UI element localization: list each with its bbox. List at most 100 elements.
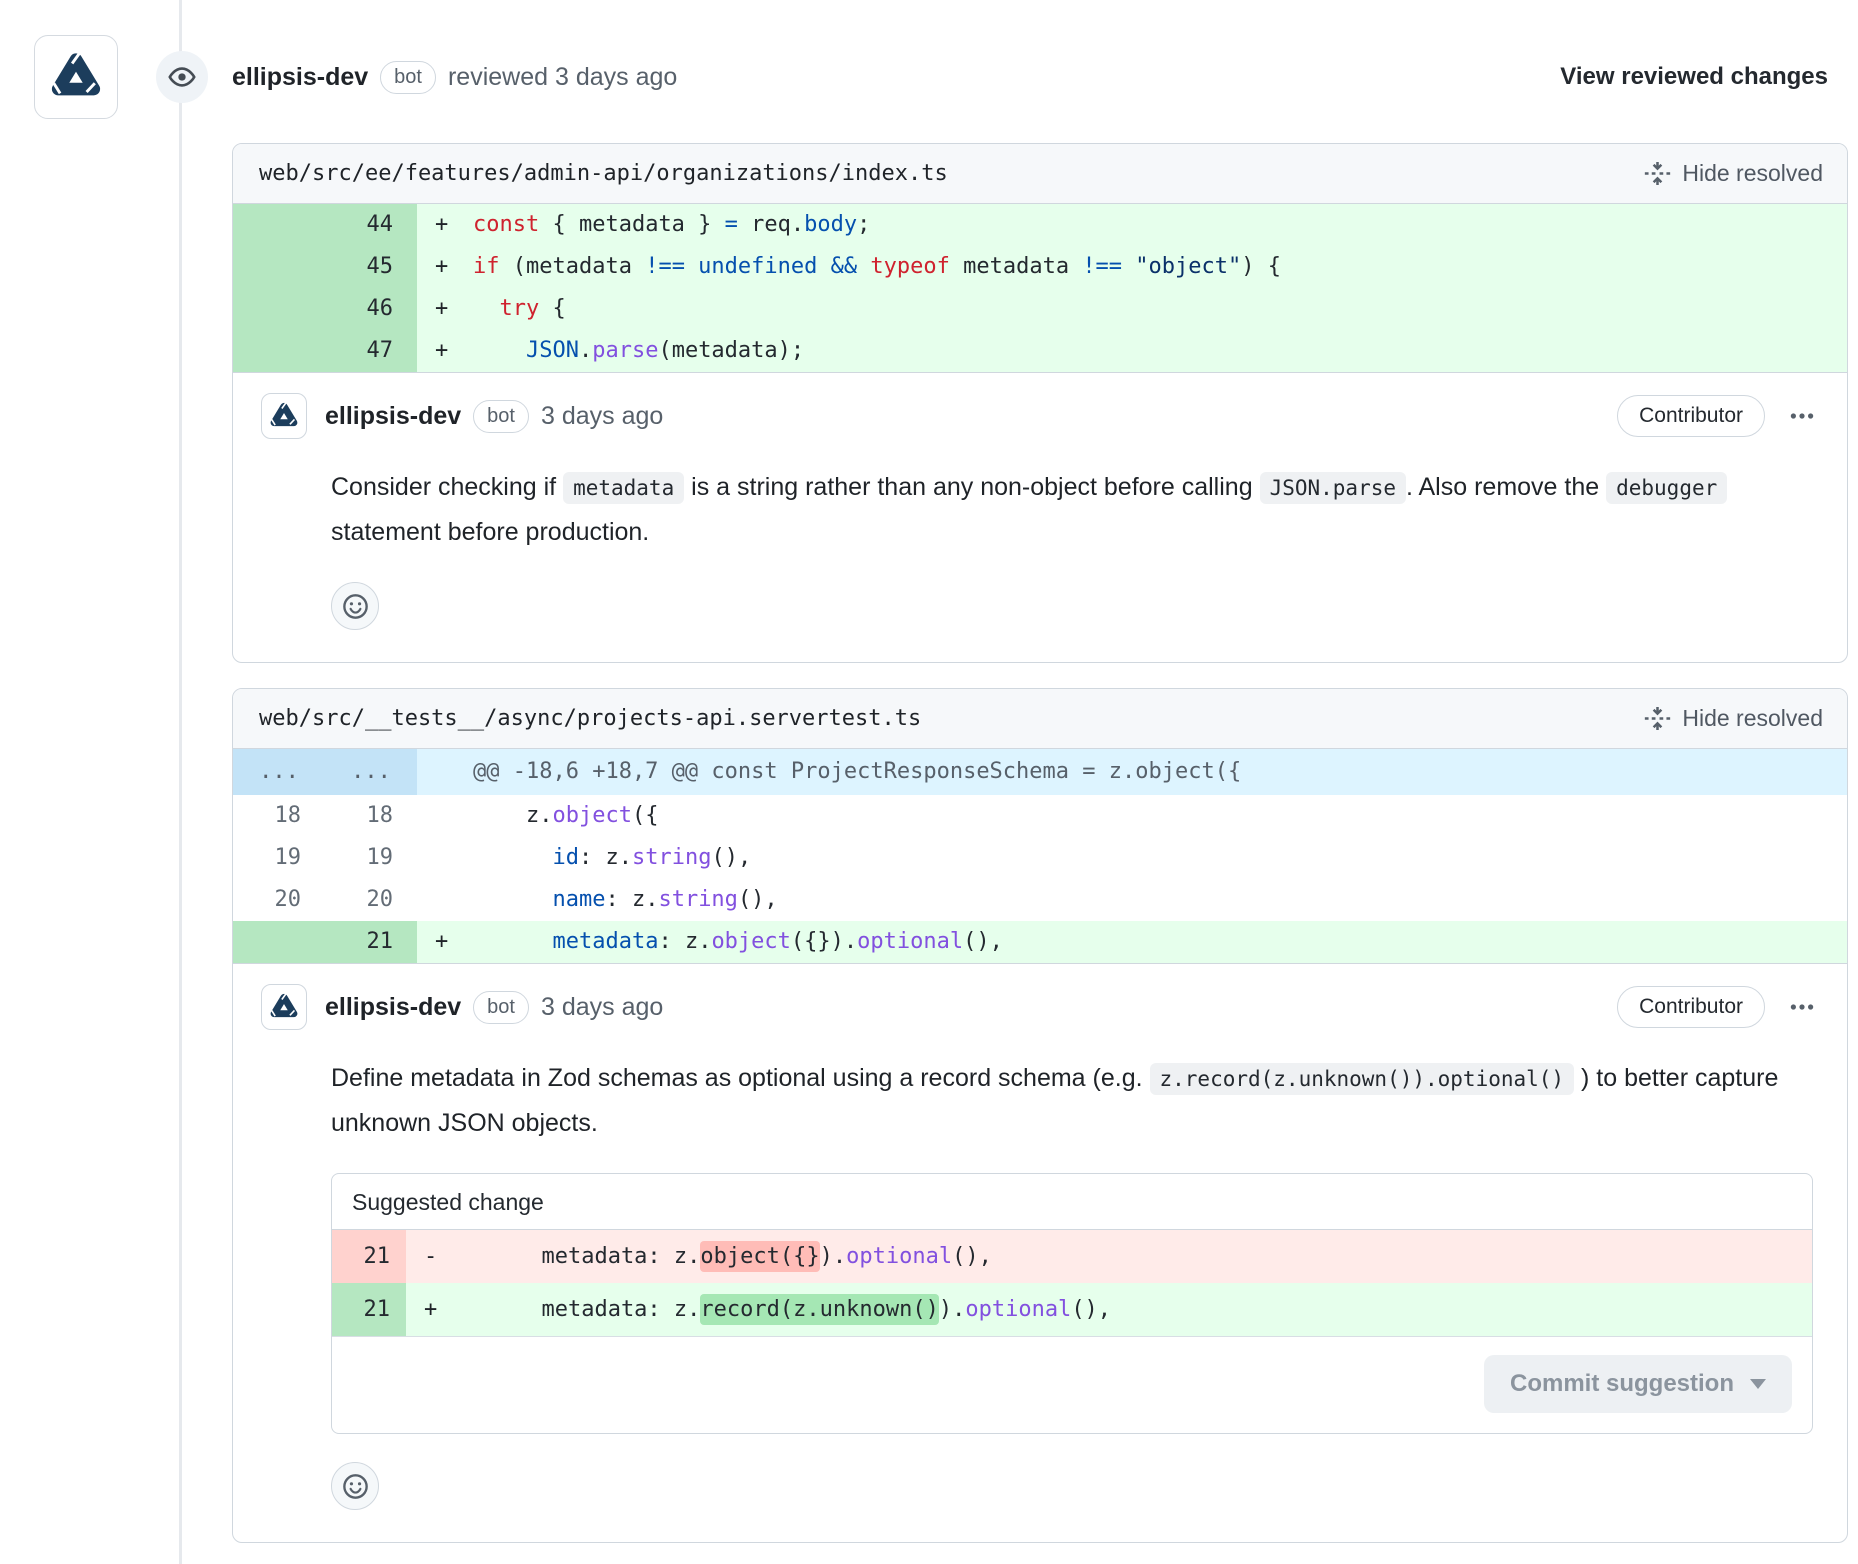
code-token: (),	[1071, 1297, 1111, 1322]
code-token: parse	[592, 338, 658, 363]
code-line: JSON.parse(metadata);	[473, 330, 1847, 372]
code-line: const { metadata } = req.body;	[473, 204, 1847, 246]
comment-header: ellipsis-dev bot 3 days ago Contributor	[261, 393, 1815, 439]
file-path-1[interactable]: web/src/ee/features/admin-api/organizati…	[259, 161, 948, 186]
code-line: metadata: z.record(z.unknown()).optional…	[462, 1283, 1812, 1336]
diff-line-44: 44 + const { metadata } = req.body;	[233, 204, 1847, 246]
hide-resolved-label: Hide resolved	[1682, 705, 1823, 732]
diff-line-18: 18 18 z.object({	[233, 795, 1847, 837]
code-token: JSON	[526, 338, 579, 363]
diff-marker: +	[417, 288, 473, 330]
diff-marker	[417, 837, 473, 879]
avatar[interactable]	[261, 984, 307, 1030]
suggested-change-block: Suggested change 21 - metadata: z.object…	[331, 1173, 1813, 1434]
code-token: {	[539, 296, 566, 321]
hide-resolved-button-1[interactable]: Hide resolved	[1644, 160, 1823, 187]
old-line-number	[233, 204, 325, 246]
ellipsis-logo-icon	[269, 401, 299, 431]
code-token	[473, 929, 552, 954]
suggested-change-title: Suggested change	[332, 1174, 1812, 1230]
timeline-line	[179, 0, 182, 1564]
code-token: try	[500, 296, 540, 321]
new-line-number: 46	[325, 288, 417, 330]
new-line-number: 18	[325, 795, 417, 837]
suggestion-addition-line: 21 + metadata: z.record(z.unknown()).opt…	[332, 1283, 1812, 1336]
code-token: (metadata	[500, 254, 646, 279]
commit-suggestion-button[interactable]: Commit suggestion	[1484, 1355, 1792, 1413]
bot-badge: bot	[473, 400, 529, 433]
code-token	[473, 887, 552, 912]
new-line-number: 45	[325, 246, 417, 288]
file-path-2[interactable]: web/src/__tests__/async/projects-api.ser…	[259, 706, 921, 731]
add-reaction-button[interactable]	[331, 1462, 379, 1510]
suggestion-deletion-line: 21 - metadata: z.object({}).optional(),	[332, 1230, 1812, 1283]
diff-line-46: 46 + try {	[233, 288, 1847, 330]
code-token: z.	[473, 803, 552, 828]
diff-marker: +	[417, 246, 473, 288]
code-line: if (metadata !== undefined && typeof met…	[473, 246, 1847, 288]
code-token: : z.	[579, 845, 632, 870]
comment-text: . Also remove the	[1406, 473, 1606, 501]
inline-code: JSON.parse	[1260, 472, 1406, 504]
comment-timestamp[interactable]: 3 days ago	[541, 993, 663, 1022]
code-token: optional	[965, 1297, 1071, 1322]
comment-options-button[interactable]	[1789, 403, 1815, 429]
review-action-text: reviewed 3 days ago	[448, 63, 677, 92]
comment-text: Consider checking if	[331, 473, 563, 501]
avatar[interactable]	[34, 35, 118, 119]
code-line: metadata: z.object({}).optional(),	[462, 1230, 1812, 1283]
code-token: : z.	[658, 929, 711, 954]
kebab-icon	[1789, 403, 1815, 429]
code-token: "object"	[1135, 254, 1241, 279]
hunk-gutter-dots: ...	[233, 749, 325, 795]
code-line: id: z.string(),	[473, 837, 1847, 879]
comment-author[interactable]: ellipsis-dev	[325, 993, 461, 1022]
code-token	[473, 338, 526, 363]
line-number: 21	[332, 1283, 406, 1336]
comment-options-button[interactable]	[1789, 994, 1815, 1020]
inline-code: z.record(z.unknown()).optional()	[1150, 1063, 1575, 1095]
code-token: metadata: z.	[462, 1244, 700, 1269]
new-line-number: 21	[325, 921, 417, 963]
comment-text: Define metadata in Zod schemas as option…	[331, 1064, 1150, 1092]
code-token: (),	[952, 1244, 992, 1269]
code-token: optional	[857, 929, 963, 954]
contributor-badge: Contributor	[1617, 395, 1765, 437]
code-token: (),	[711, 845, 751, 870]
old-line-number: 19	[233, 837, 325, 879]
old-line-number	[233, 288, 325, 330]
comment-author[interactable]: ellipsis-dev	[325, 402, 461, 431]
ellipsis-logo-icon	[269, 992, 299, 1022]
code-token: const	[473, 212, 539, 237]
review-comment-2: ellipsis-dev bot 3 days ago Contributor …	[233, 964, 1847, 1542]
comment-timestamp[interactable]: 3 days ago	[541, 402, 663, 431]
review-author[interactable]: ellipsis-dev	[232, 63, 368, 92]
add-reaction-button[interactable]	[331, 582, 379, 630]
contributor-badge: Contributor	[1617, 986, 1765, 1028]
fold-icon	[1644, 160, 1671, 187]
commit-suggestion-label: Commit suggestion	[1510, 1370, 1734, 1398]
code-token: .	[579, 338, 592, 363]
code-token: ).	[820, 1244, 847, 1269]
code-line: name: z.string(),	[473, 879, 1847, 921]
code-token: (),	[738, 887, 778, 912]
comment-header: ellipsis-dev bot 3 days ago Contributor	[261, 984, 1815, 1030]
code-token: typeof	[870, 254, 949, 279]
code-token: metadata: z.	[462, 1297, 700, 1322]
code-token: object	[552, 803, 631, 828]
hunk-header-text: @@ -18,6 +18,7 @@ const ProjectResponseS…	[473, 749, 1847, 795]
avatar[interactable]	[261, 393, 307, 439]
code-token: ).	[939, 1297, 966, 1322]
view-reviewed-changes-link[interactable]: View reviewed changes	[1560, 63, 1828, 91]
code-token-deleted-word: object({}	[700, 1241, 819, 1272]
code-token: !== undefined &&	[645, 254, 870, 279]
code-token: metadata	[552, 929, 658, 954]
code-token	[473, 845, 552, 870]
diff-marker: +	[417, 921, 473, 963]
diff-block-1: 44 + const { metadata } = req.body; 45 +…	[233, 204, 1847, 373]
hide-resolved-button-2[interactable]: Hide resolved	[1644, 705, 1823, 732]
fold-icon	[1644, 705, 1671, 732]
eye-icon	[168, 63, 196, 91]
review-thread-card-2: web/src/__tests__/async/projects-api.ser…	[232, 688, 1848, 1543]
hunk-gutter-dots: ...	[325, 749, 417, 795]
